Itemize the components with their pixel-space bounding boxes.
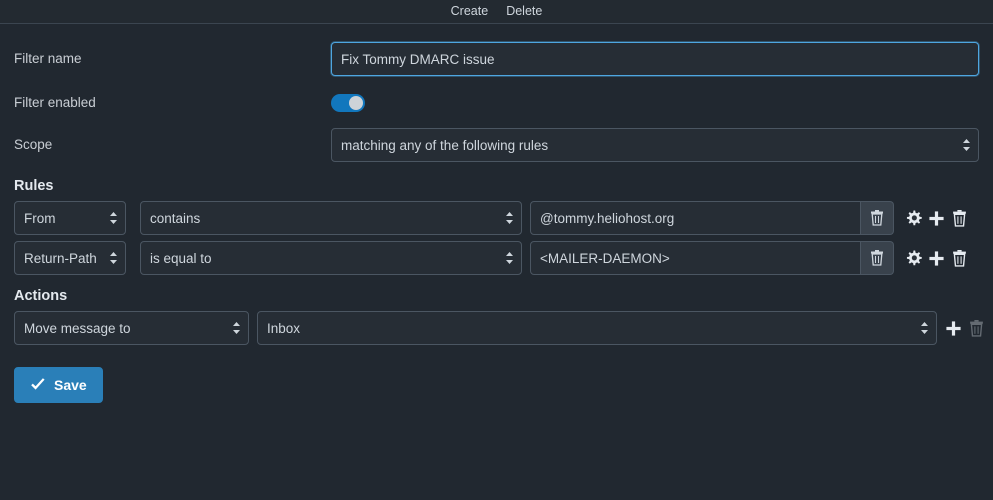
save-button[interactable]: Save [14, 367, 103, 403]
action-delete-button[interactable] [966, 317, 986, 339]
filter-name-input[interactable] [331, 42, 979, 76]
rule-actions [903, 207, 969, 229]
rule-operator-select-wrap: is equal to [140, 241, 522, 275]
rule-add-button[interactable] [926, 207, 946, 229]
top-toolbar: Create Delete [0, 0, 993, 24]
rule-value-group [530, 241, 894, 275]
rule-row: Return-Path is equal to [14, 241, 979, 275]
plus-icon [945, 320, 961, 336]
rule-settings-button[interactable] [903, 247, 923, 269]
trash-icon [952, 209, 966, 227]
rule-operator-select-wrap: contains [140, 201, 522, 235]
create-button[interactable]: Create [451, 5, 489, 18]
rule-header-select[interactable]: From [14, 201, 126, 235]
rule-operator-select[interactable]: is equal to [140, 241, 522, 275]
action-row: Move message to Inbox [14, 311, 983, 345]
action-buttons [943, 317, 986, 339]
save-button-label: Save [54, 377, 87, 393]
rule-row: From contains [14, 201, 979, 235]
check-icon [31, 378, 45, 390]
filter-name-row: Filter name [14, 39, 979, 79]
filter-enabled-toggle[interactable] [331, 94, 365, 112]
rule-actions [903, 247, 969, 269]
action-type-select-wrap: Move message to [14, 311, 249, 345]
trash-icon [871, 250, 883, 266]
filter-form: Filter name Filter enabled Scope matchin… [0, 39, 993, 403]
rule-header-select[interactable]: Return-Path [14, 241, 126, 275]
action-target-select-wrap: Inbox [257, 311, 937, 345]
rule-value-input[interactable] [530, 241, 861, 275]
rule-header-select-wrap: Return-Path [14, 241, 126, 275]
delete-button[interactable]: Delete [506, 5, 542, 18]
rule-value-clear-button[interactable] [861, 241, 894, 275]
trash-icon [969, 319, 983, 337]
scope-row: Scope matching any of the following rule… [14, 125, 979, 165]
plus-icon [928, 250, 944, 266]
scope-label: Scope [14, 136, 53, 152]
rule-delete-button[interactable] [949, 247, 969, 269]
filter-name-label: Filter name [14, 50, 82, 66]
action-add-button[interactable] [943, 317, 963, 339]
action-type-select[interactable]: Move message to [14, 311, 249, 345]
rules-heading: Rules [14, 178, 54, 194]
trash-icon [952, 249, 966, 267]
scope-select-wrap: matching any of the following rules [331, 128, 979, 162]
filter-enabled-row: Filter enabled [14, 87, 979, 119]
toggle-knob [349, 96, 363, 110]
save-row: Save [14, 367, 979, 403]
gear-icon [906, 250, 922, 265]
action-target-select[interactable]: Inbox [257, 311, 937, 345]
scope-select[interactable]: matching any of the following rules [331, 128, 979, 162]
rule-value-input[interactable] [530, 201, 861, 235]
rule-header-select-wrap: From [14, 201, 126, 235]
rule-add-button[interactable] [926, 247, 946, 269]
trash-icon [871, 210, 883, 226]
gear-icon [906, 210, 922, 225]
actions-heading: Actions [14, 288, 68, 304]
filter-enabled-label: Filter enabled [14, 94, 96, 110]
rule-settings-button[interactable] [903, 207, 923, 229]
rule-value-clear-button[interactable] [861, 201, 894, 235]
rule-delete-button[interactable] [949, 207, 969, 229]
rule-operator-select[interactable]: contains [140, 201, 522, 235]
rule-value-group [530, 201, 894, 235]
plus-icon [928, 210, 944, 226]
